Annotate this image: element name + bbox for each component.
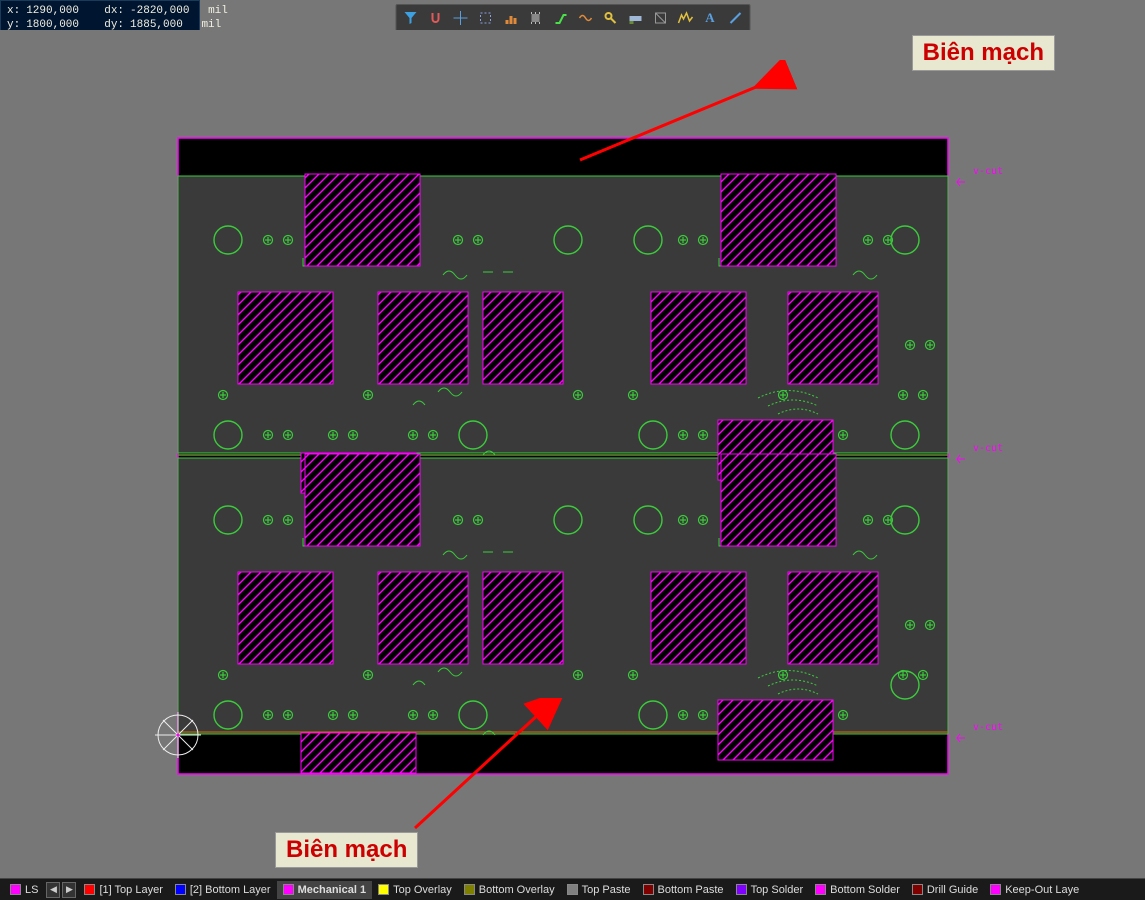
layer-tab[interactable]: [2] Bottom Layer	[169, 881, 277, 899]
layer-tab[interactable]: Top Solder	[730, 881, 810, 899]
wave-icon[interactable]	[573, 7, 597, 29]
pcb-drawing: v-cut v-cut v-cut	[0, 30, 1145, 878]
active-toolbar: A	[395, 4, 750, 32]
layer-label: Bottom Overlay	[479, 884, 555, 896]
pcb-canvas[interactable]: v-cut v-cut v-cut Biên	[0, 30, 1145, 878]
layer-swatch	[990, 884, 1001, 895]
layer-tab[interactable]: [1] Top Layer	[78, 881, 168, 899]
layer-tab[interactable]: Bottom Paste	[637, 881, 730, 899]
layer-swatch	[643, 884, 654, 895]
grid-icon[interactable]	[673, 7, 697, 29]
text-icon[interactable]: A	[698, 7, 722, 29]
layer-label: [2] Bottom Layer	[190, 884, 271, 896]
filter-icon[interactable]	[398, 7, 422, 29]
snap-icon[interactable]	[423, 7, 447, 29]
layer-label: Top Paste	[582, 884, 631, 896]
svg-text:v-cut: v-cut	[973, 722, 1003, 733]
dx-label: dx:	[104, 4, 124, 18]
ls-button[interactable]: LS	[4, 881, 44, 899]
layer-tab[interactable]: Bottom Overlay	[458, 881, 561, 899]
svg-text:v-cut: v-cut	[973, 443, 1003, 454]
layer-tab[interactable]: Bottom Solder	[809, 881, 906, 899]
select-rect-icon[interactable]	[473, 7, 497, 29]
annotation-bottom: Biên mạch	[275, 832, 418, 868]
layer-tab[interactable]: Keep-Out Laye	[984, 881, 1085, 899]
layer-next-button[interactable]: ▶	[62, 882, 76, 898]
layer-swatch	[84, 884, 95, 895]
layer-tab[interactable]: Drill Guide	[906, 881, 984, 899]
layer-swatch	[175, 884, 186, 895]
layer-label: Keep-Out Laye	[1005, 884, 1079, 896]
layer-tab[interactable]: Top Paste	[561, 881, 637, 899]
layer-label: [1] Top Layer	[99, 884, 162, 896]
crosshair-icon[interactable]	[448, 7, 472, 29]
layer-swatch	[464, 884, 475, 895]
layer-swatch	[378, 884, 389, 895]
key-icon[interactable]	[598, 7, 622, 29]
ruler-icon[interactable]	[623, 7, 647, 29]
layer-label: Bottom Paste	[658, 884, 724, 896]
layer-swatch	[567, 884, 578, 895]
layer-swatch	[283, 884, 294, 895]
x-value: 1290,000	[26, 4, 79, 18]
unit: mil	[208, 4, 228, 18]
layer-tab[interactable]: Mechanical 1	[277, 881, 372, 899]
layer-swatch	[736, 884, 747, 895]
layer-tab[interactable]: Top Overlay	[372, 881, 458, 899]
x-label: x:	[7, 4, 20, 18]
route-icon[interactable]	[548, 7, 572, 29]
layer-label: Top Overlay	[393, 884, 452, 896]
layer-swatch	[912, 884, 923, 895]
layer-prev-button[interactable]: ◀	[46, 882, 60, 898]
svg-text:v-cut: v-cut	[973, 166, 1003, 177]
layer-label: Bottom Solder	[830, 884, 900, 896]
layer-label: Mechanical 1	[298, 884, 366, 896]
dx-value: -2820,000	[130, 4, 189, 18]
annotation-top: Biên mạch	[912, 35, 1055, 71]
dimension-icon[interactable]	[648, 7, 672, 29]
layer-label: Drill Guide	[927, 884, 978, 896]
align-icon[interactable]	[498, 7, 522, 29]
layer-tabs-bar: LS ◀ ▶ [1] Top Layer [2] Bottom Layer Mech…	[0, 878, 1145, 900]
layer-label: Top Solder	[751, 884, 804, 896]
component-icon[interactable]	[523, 7, 547, 29]
layer-swatch	[815, 884, 826, 895]
line-icon[interactable]	[723, 7, 747, 29]
